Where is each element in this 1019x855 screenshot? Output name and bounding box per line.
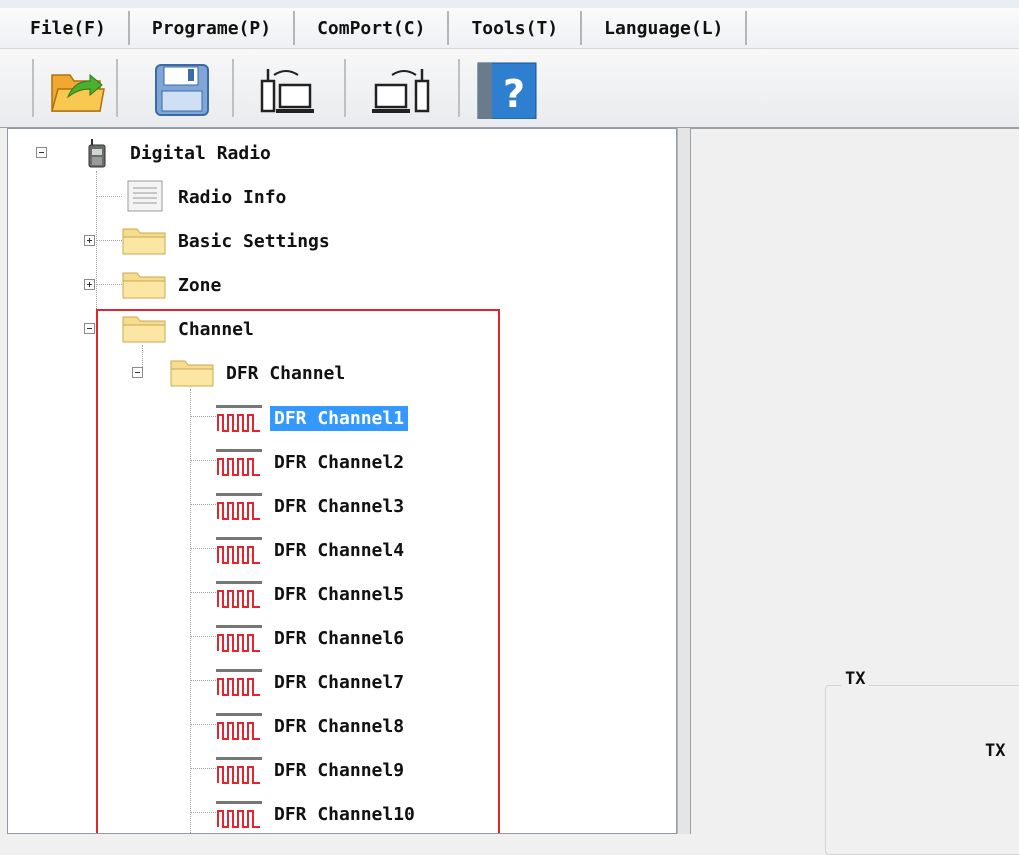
tree-item-label: DFR Channel (226, 362, 346, 384)
tree-connector (190, 460, 216, 461)
tree-item-label: DFR Channel10 (274, 803, 415, 825)
channel-signal-icon (216, 493, 262, 520)
channel-signal-icon (216, 537, 262, 564)
tree-item-label: DFR Channel1 (270, 405, 409, 431)
tree-connector (190, 680, 216, 681)
tree-connector (190, 636, 216, 637)
tree-item-channel[interactable]: Channel (174, 313, 258, 345)
tree-item-label: Channel (178, 318, 254, 340)
tree-item-channel-entry[interactable]: DFR Channel4 (270, 534, 408, 566)
tree-item-channel-entry[interactable]: DFR Channel6 (270, 622, 408, 654)
tree-item-label: Digital Radio (130, 142, 271, 164)
tree-item-channel-entry[interactable]: DFR Channel10 (270, 798, 419, 830)
toolbar: ? (0, 49, 1019, 128)
tree-item-channel-entry[interactable]: DFR Channel8 (270, 710, 408, 742)
folder-icon (122, 272, 166, 299)
tree-item-label: DFR Channel3 (274, 495, 405, 517)
tree-item-label: DFR Channel8 (274, 715, 405, 737)
tree-panel: Digital Radio Radio Info Basic Settings … (7, 128, 677, 834)
tree-item-channel-entry[interactable]: DFR Channel7 (270, 666, 408, 698)
folder-icon (122, 228, 166, 255)
menu-bar: File(F) Programe(P) ComPort(C) Tools(T) … (0, 8, 1019, 49)
folder-icon (122, 316, 166, 343)
expand-toggle[interactable] (84, 279, 95, 290)
help-button[interactable]: ? (474, 59, 538, 120)
tree-item-channel-entry[interactable]: DFR Channel5 (270, 578, 408, 610)
tree-connector (190, 416, 216, 417)
read-radio-button[interactable] (256, 59, 320, 119)
open-folder-button[interactable] (44, 59, 108, 119)
tree-item-channel-entry[interactable]: DFR Channel1 (270, 402, 409, 434)
channel-signal-icon (216, 625, 262, 652)
tree-connector (190, 592, 216, 593)
tree-item-digital-radio[interactable]: Digital Radio (126, 137, 275, 169)
collapse-toggle[interactable] (84, 323, 95, 334)
folder-icon (170, 360, 214, 387)
radio-device-icon (88, 139, 106, 168)
tree-item-label: Zone (178, 274, 222, 296)
tree-connector (190, 768, 216, 769)
tree-item-dfr-channel[interactable]: DFR Channel (222, 357, 349, 389)
tree-connector (190, 504, 216, 505)
tree-item-label: DFR Channel5 (274, 583, 405, 605)
toolbar-separator (232, 59, 234, 117)
tree-item-label: Basic Settings (178, 230, 330, 252)
toolbar-separator (116, 59, 118, 117)
tree-item-channel-entry[interactable]: DFR Channel9 (270, 754, 408, 786)
tree-connector (190, 812, 216, 813)
tree-item-radio-info[interactable]: Radio Info (174, 181, 290, 213)
menu-tools[interactable]: Tools(T) (449, 11, 583, 45)
tree-item-label: DFR Channel4 (274, 539, 405, 561)
window-top-edge (0, 0, 1019, 8)
read-radio-icon (260, 69, 314, 113)
tree-connector (190, 548, 216, 549)
menu-programe[interactable]: Programe(P) (130, 11, 296, 45)
tree-item-basic-settings[interactable]: Basic Settings (174, 225, 334, 257)
save-disk-icon (155, 64, 209, 116)
channel-signal-icon (216, 757, 262, 784)
toolbar-separator (32, 59, 34, 117)
channel-signal-icon (216, 801, 262, 828)
tree-connector (96, 196, 122, 197)
tree-item-label: DFR Channel6 (274, 627, 405, 649)
tx-group-title: TX (841, 669, 870, 689)
write-radio-icon (372, 69, 430, 113)
tree-item-label: DFR Channel2 (274, 451, 405, 473)
tx-field-label: TX (985, 741, 1006, 761)
tree-item-zone[interactable]: Zone (174, 269, 225, 301)
tree-item-label: DFR Channel9 (274, 759, 405, 781)
tree-item-channel-entry[interactable]: DFR Channel2 (270, 446, 408, 478)
tree-connector (96, 240, 122, 241)
write-radio-button[interactable] (372, 59, 436, 119)
channel-signal-icon (216, 405, 262, 432)
menu-file[interactable]: File(F) (0, 11, 130, 45)
channel-signal-icon (216, 581, 262, 608)
svg-text:?: ? (503, 72, 525, 116)
channel-signal-icon (216, 449, 262, 476)
tree-item-label: Radio Info (178, 186, 287, 208)
menu-comport[interactable]: ComPort(C) (295, 11, 450, 45)
channel-signal-icon (216, 669, 262, 696)
open-folder-icon (51, 73, 105, 112)
expand-toggle[interactable] (84, 235, 95, 246)
menu-language[interactable]: Language(L) (582, 11, 748, 45)
save-button[interactable] (150, 59, 214, 119)
tree-connector (190, 724, 216, 725)
tree-connector (96, 284, 122, 285)
document-icon (127, 180, 163, 212)
tx-group-box (825, 685, 1019, 855)
collapse-toggle[interactable] (36, 147, 47, 158)
channel-signal-icon (216, 713, 262, 740)
collapse-toggle[interactable] (132, 367, 143, 378)
tree-item-label: DFR Channel7 (274, 671, 405, 693)
properties-panel: TX TX (691, 128, 1019, 855)
toolbar-separator (344, 59, 346, 117)
help-icon: ? (477, 62, 537, 120)
toolbar-separator (458, 59, 460, 117)
tree-item-channel-entry[interactable]: DFR Channel3 (270, 490, 408, 522)
panel-splitter[interactable] (677, 128, 691, 834)
